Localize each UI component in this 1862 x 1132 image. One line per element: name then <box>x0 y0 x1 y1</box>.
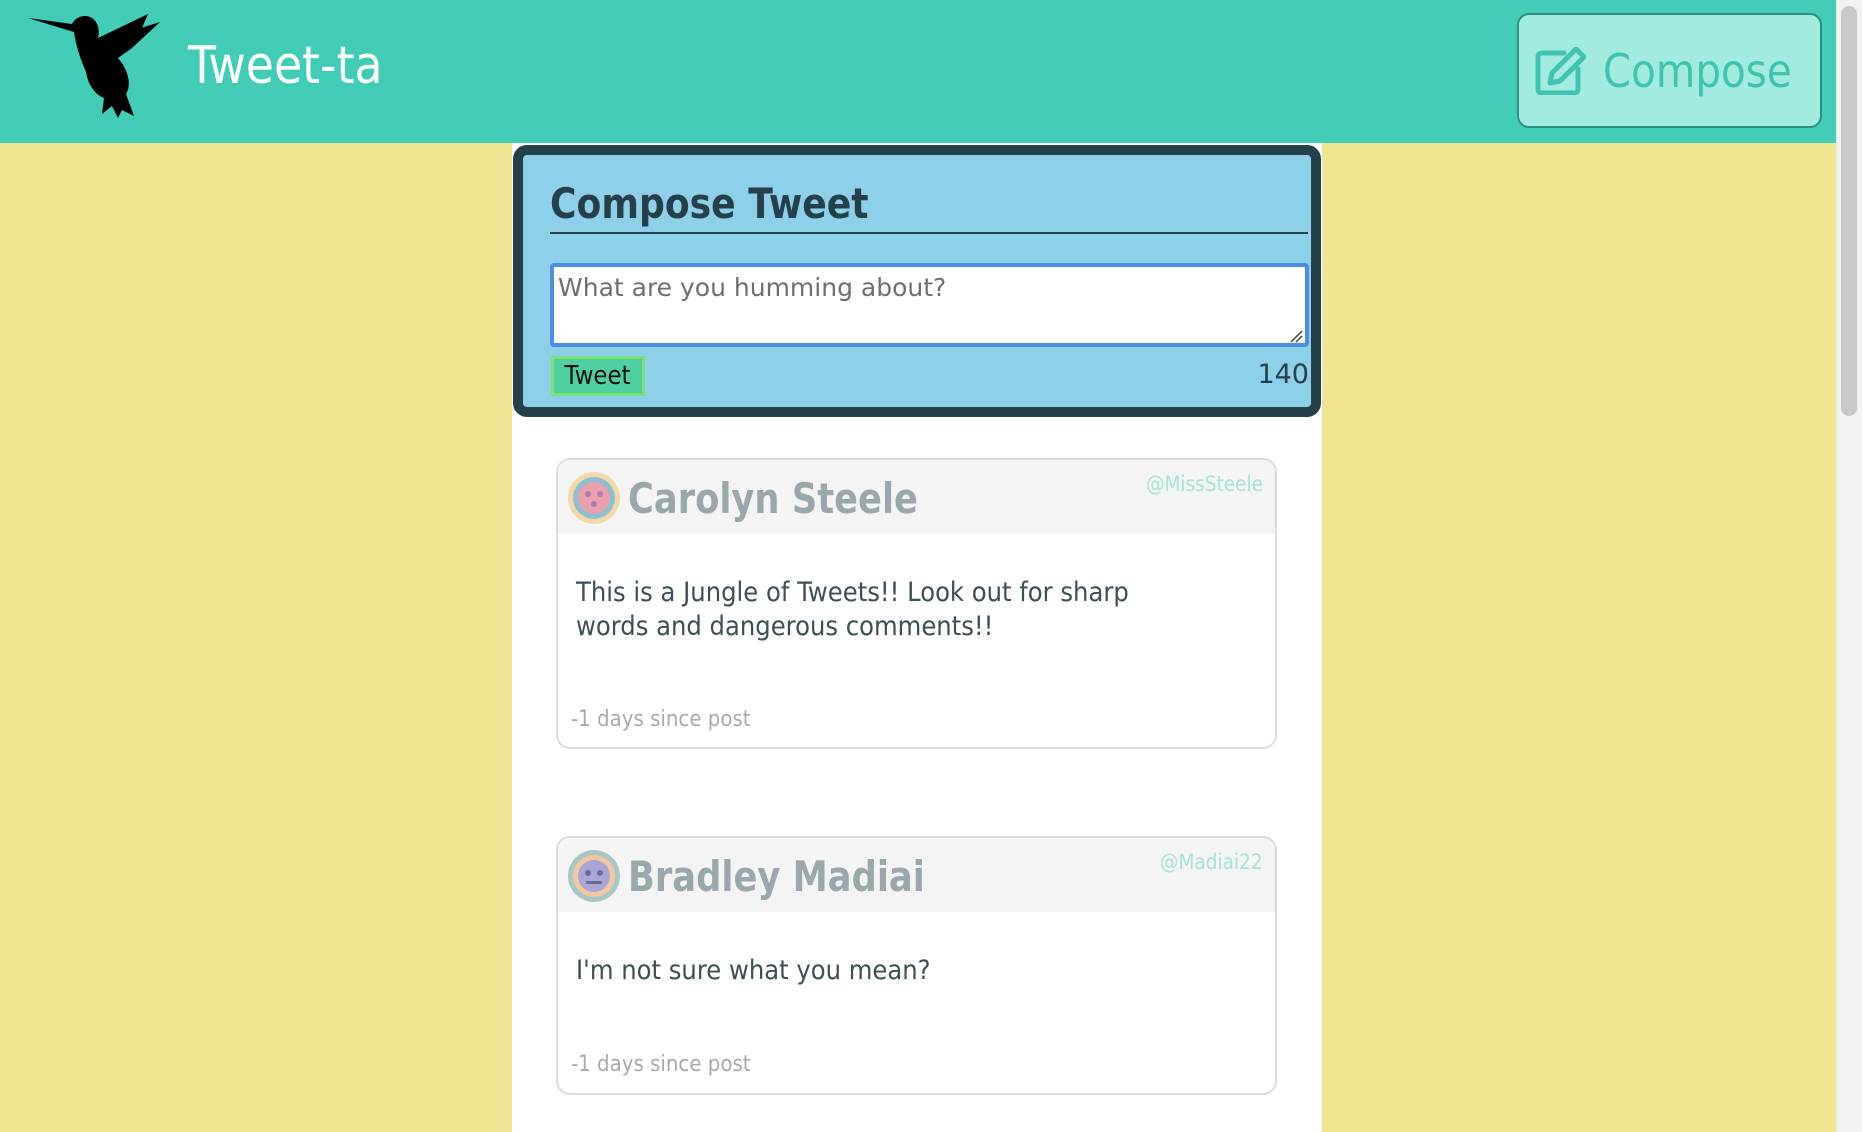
compose-button-label: Compose <box>1603 43 1792 98</box>
tweet-timestamp: -1 days since post <box>571 707 751 732</box>
tweet-header: Bradley Madiai @Madiai22 <box>558 838 1275 912</box>
hummingbird-logo <box>28 14 160 118</box>
tweet-input[interactable] <box>550 263 1309 347</box>
compose-title: Compose Tweet <box>550 179 869 228</box>
compose-tweet-panel: Compose Tweet Tweet 140 <box>513 145 1321 417</box>
top-nav: Tweet-ta Compose <box>0 0 1836 143</box>
tweet-card: Carolyn Steele @MissSteele This is a Jun… <box>556 458 1277 749</box>
tweet-card: Bradley Madiai @Madiai22 I'm not sure wh… <box>556 836 1277 1095</box>
brand-title: Tweet-ta <box>188 36 383 96</box>
scrollbar-thumb[interactable] <box>1841 6 1857 416</box>
avatar-icon <box>568 472 620 524</box>
tweet-author-handle: @Madiai22 <box>1160 850 1263 874</box>
resize-handle-icon[interactable] <box>1289 329 1303 343</box>
edit-icon <box>1535 46 1587 95</box>
tweet-text: I'm not sure what you mean? <box>576 955 931 986</box>
character-counter: 140 <box>1257 359 1309 390</box>
avatar-icon <box>568 850 620 902</box>
tweet-text: This is a Jungle of Tweets!! Look out fo… <box>576 577 1129 642</box>
compose-button[interactable]: Compose <box>1517 13 1822 128</box>
divider <box>550 232 1308 234</box>
tweet-header: Carolyn Steele @MissSteele <box>558 460 1275 534</box>
tweet-author-name: Bradley Madiai <box>628 852 925 901</box>
tweet-submit-label: Tweet <box>564 361 632 391</box>
tweet-submit-button[interactable]: Tweet <box>551 356 645 396</box>
tweet-timestamp: -1 days since post <box>571 1052 751 1077</box>
tweet-author-handle: @MissSteele <box>1145 472 1263 496</box>
page-scrollbar[interactable] <box>1836 0 1862 1132</box>
tweet-author-name: Carolyn Steele <box>628 474 918 523</box>
